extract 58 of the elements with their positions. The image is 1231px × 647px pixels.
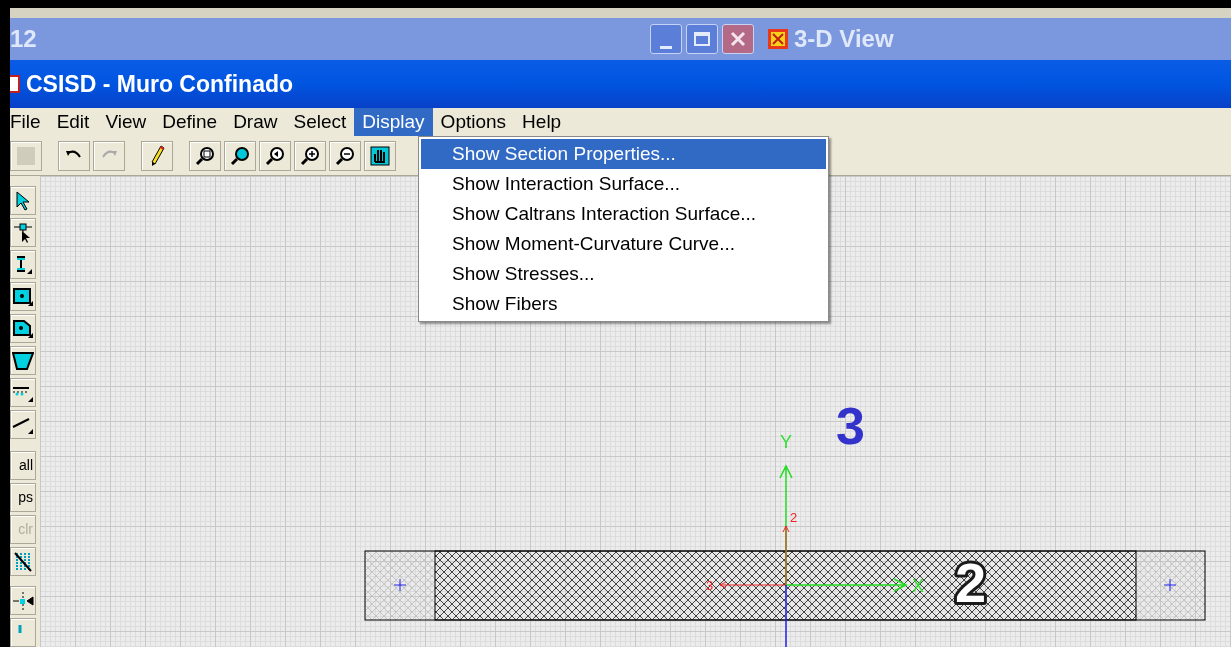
undo-button[interactable] bbox=[58, 140, 90, 171]
zoom-out-icon bbox=[335, 145, 355, 166]
hand-icon bbox=[370, 145, 390, 166]
reshape-tool-icon[interactable] bbox=[10, 218, 36, 248]
close-icon bbox=[729, 30, 747, 48]
zoom-previous-button[interactable] bbox=[259, 140, 291, 171]
line-tool-icon[interactable] bbox=[10, 410, 36, 440]
menu-item[interactable]: File bbox=[10, 108, 49, 136]
menu-item[interactable]: Define bbox=[154, 108, 226, 136]
menu-item[interactable]: Options bbox=[432, 108, 515, 136]
menu-item[interactable]: View bbox=[97, 108, 155, 136]
hatch-tool-icon[interactable] bbox=[10, 547, 36, 577]
zoom-out-button[interactable] bbox=[329, 140, 361, 171]
pointer-tool-icon[interactable] bbox=[10, 186, 36, 216]
menu-item[interactable]: Show Stresses... bbox=[421, 259, 826, 289]
menu-item[interactable]: Display bbox=[354, 108, 433, 136]
rectangle-tool-icon[interactable] bbox=[10, 282, 36, 312]
magnifier-icon bbox=[230, 145, 250, 166]
app-icon bbox=[768, 29, 788, 49]
app-icon bbox=[10, 75, 20, 93]
trapezoid-tool-icon[interactable] bbox=[10, 346, 36, 376]
menu-item[interactable]: Help bbox=[514, 108, 570, 136]
i-shape-tool-icon[interactable] bbox=[10, 250, 36, 280]
axis-label: Y bbox=[780, 432, 792, 452]
zoom-in-button[interactable] bbox=[294, 140, 326, 171]
pan-button[interactable] bbox=[364, 140, 396, 171]
menu-item[interactable]: Draw bbox=[225, 108, 286, 136]
menu-item[interactable]: Show Section Properties... bbox=[421, 139, 826, 169]
callout-number: 3 bbox=[836, 397, 865, 455]
local-axis-label: 2 bbox=[790, 510, 798, 525]
zoom-button[interactable] bbox=[224, 140, 256, 171]
tool-button[interactable]: ps bbox=[10, 483, 36, 513]
magnifier-icon bbox=[195, 145, 215, 166]
local-3-axis-arrow bbox=[719, 581, 787, 589]
window-title: CSISD - Muro Confinado bbox=[26, 69, 294, 99]
tool-button[interactable]: all bbox=[10, 451, 36, 481]
magnifier-icon bbox=[265, 145, 285, 166]
window-title: 3-D View bbox=[794, 24, 894, 54]
menu-item[interactable]: Show Moment-Curvature Curve... bbox=[421, 229, 826, 259]
menu-item[interactable]: Edit bbox=[48, 108, 98, 136]
pencil-icon bbox=[149, 144, 165, 167]
polygon-tool-icon[interactable] bbox=[10, 314, 36, 344]
minimize-button[interactable] bbox=[650, 24, 682, 54]
centroid-marker bbox=[1163, 578, 1177, 592]
menu-item[interactable]: Show Interaction Surface... bbox=[421, 169, 826, 199]
menu-item[interactable]: Show Caltrans Interaction Surface... bbox=[421, 199, 826, 229]
menu-item[interactable]: Show Fibers bbox=[421, 289, 826, 319]
menu-item[interactable]: Select bbox=[285, 108, 355, 136]
centroid-marker bbox=[393, 578, 407, 592]
z-axis-line bbox=[785, 584, 787, 647]
pencil-button[interactable] bbox=[141, 140, 173, 171]
close-button[interactable] bbox=[722, 24, 754, 54]
maximize-button[interactable] bbox=[686, 24, 718, 54]
window-title: 12 bbox=[10, 24, 38, 54]
local-2-axis-arrow bbox=[782, 525, 790, 586]
zoom-in-icon bbox=[300, 145, 320, 166]
zoom-window-button[interactable] bbox=[189, 140, 221, 171]
rebar-line-tool-icon[interactable] bbox=[10, 378, 36, 408]
